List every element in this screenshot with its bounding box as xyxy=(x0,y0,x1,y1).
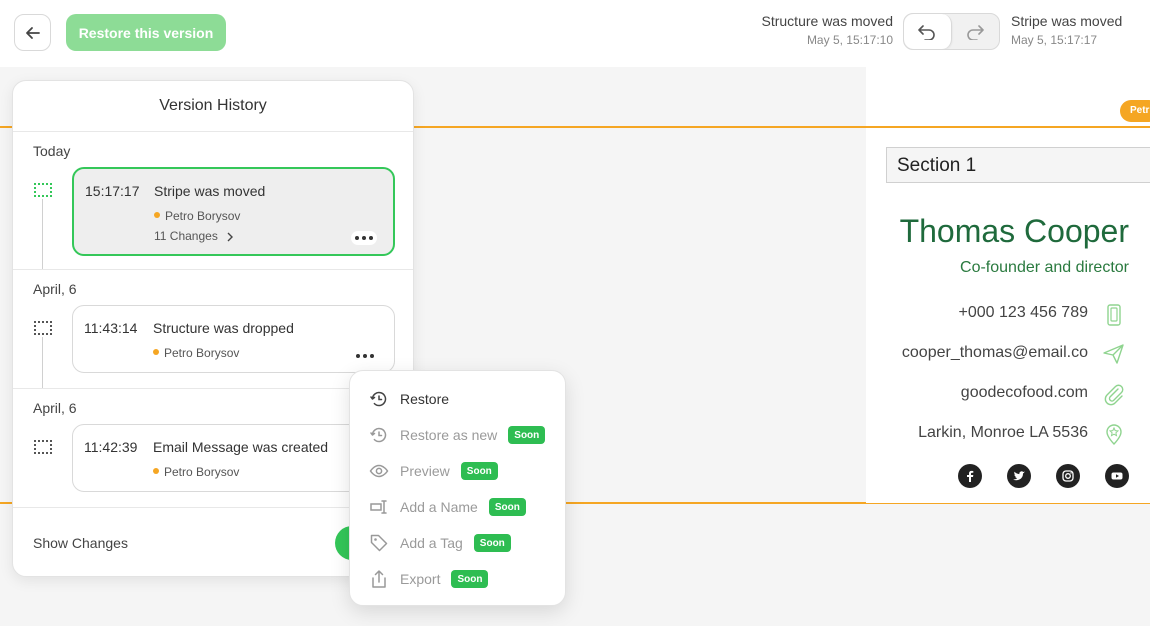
group-label: Today xyxy=(33,143,71,159)
redo-action-time: May 5, 15:17:17 xyxy=(1011,33,1098,47)
author-tag: Petr xyxy=(1120,100,1150,122)
version-context-menu: Restore Restore as new Soon Preview Soon… xyxy=(349,370,566,606)
chevron-right-icon xyxy=(227,232,234,242)
more-options-button[interactable] xyxy=(352,349,378,363)
section-label[interactable]: Section 1 xyxy=(886,147,1150,183)
signature-top-border xyxy=(866,126,1150,128)
undo-icon xyxy=(918,24,935,40)
version-entry[interactable]: 11:43:14 Structure was dropped Petro Bor… xyxy=(72,305,395,373)
restore-as-new-icon xyxy=(368,424,390,446)
signature-email: cooper_thomas@email.co xyxy=(901,344,1088,361)
signature-address: Larkin, Monroe LA 5536 xyxy=(918,424,1088,441)
entry-time: 11:42:39 xyxy=(84,439,138,455)
menu-item-add-name[interactable]: Add a Name Soon xyxy=(368,495,526,519)
menu-item-label: Add a Name xyxy=(400,499,478,515)
entry-event: Structure was dropped xyxy=(153,320,294,336)
changes-count: 11 Changes xyxy=(154,229,218,243)
share-icon xyxy=(368,568,390,590)
group-label: April, 6 xyxy=(33,400,77,416)
soon-badge: Soon xyxy=(451,570,489,588)
facebook-icon[interactable] xyxy=(958,464,982,488)
soon-badge: Soon xyxy=(508,426,546,444)
entry-event: Stripe was moved xyxy=(154,183,266,199)
menu-item-label: Add a Tag xyxy=(400,535,463,551)
restore-version-button[interactable]: Restore this version xyxy=(66,14,226,51)
back-button[interactable] xyxy=(14,14,51,51)
version-entry[interactable]: 11:42:39 Email Message was created Petro… xyxy=(72,424,395,492)
send-icon xyxy=(1103,344,1124,364)
menu-item-restore[interactable]: Restore xyxy=(368,387,449,411)
entry-author: Petro Borysov xyxy=(153,465,239,479)
menu-item-export[interactable]: Export Soon xyxy=(368,567,489,591)
instagram-icon[interactable] xyxy=(1056,464,1080,488)
menu-item-restore-as-new[interactable]: Restore as new Soon xyxy=(368,423,546,447)
menu-item-label: Export xyxy=(400,571,441,587)
phone-icon xyxy=(1107,304,1121,326)
soon-badge: Soon xyxy=(460,462,498,480)
entry-author: Petro Borysov xyxy=(153,346,239,360)
entry-time: 11:43:14 xyxy=(84,320,138,336)
timeline-node-icon xyxy=(34,440,52,454)
undo-action-label: Structure was moved xyxy=(761,13,894,29)
changes-link[interactable]: 11 Changes xyxy=(154,229,235,243)
entry-event: Email Message was created xyxy=(153,439,329,455)
rename-icon xyxy=(368,496,390,518)
timeline-node-icon xyxy=(34,183,52,197)
menu-item-add-tag[interactable]: Add a Tag Soon xyxy=(368,531,511,555)
redo-icon xyxy=(967,24,985,40)
group-divider xyxy=(13,269,413,270)
entry-time: 15:17:17 xyxy=(85,183,140,199)
menu-item-label: Restore as new xyxy=(400,427,498,443)
redo-info: Stripe was moved May 5, 15:17:17 xyxy=(1011,13,1122,47)
soon-badge: Soon xyxy=(473,534,511,552)
panel-title: Version History xyxy=(13,81,413,132)
twitter-icon[interactable] xyxy=(1007,464,1031,488)
soon-badge: Soon xyxy=(488,498,526,516)
restore-icon xyxy=(368,388,390,410)
undo-redo-group xyxy=(903,13,1000,50)
menu-item-label: Restore xyxy=(400,391,450,407)
version-entry-selected[interactable]: 15:17:17 Stripe was moved Petro Borysov … xyxy=(72,167,395,256)
undo-info: Structure was moved May 5, 15:17:10 xyxy=(762,13,894,47)
redo-button[interactable] xyxy=(952,14,1000,49)
menu-item-preview[interactable]: Preview Soon xyxy=(368,459,498,483)
signature-role: Co-founder and director xyxy=(960,259,1129,276)
tag-icon xyxy=(368,532,390,554)
timeline-line xyxy=(42,199,43,269)
arrow-left-icon xyxy=(25,26,40,39)
show-changes-label: Show Changes xyxy=(33,535,128,551)
youtube-icon[interactable] xyxy=(1105,464,1129,488)
eye-icon xyxy=(368,460,390,482)
entry-author: Petro Borysov xyxy=(154,209,240,223)
signature-phone: +000 123 456 789 xyxy=(958,304,1088,321)
timeline-node-icon xyxy=(34,321,52,335)
timeline-line xyxy=(42,337,43,389)
signature-name: Thomas Cooper xyxy=(899,213,1129,249)
undo-button[interactable] xyxy=(904,14,952,49)
redo-action-label: Stripe was moved xyxy=(1011,13,1123,29)
location-pin-icon xyxy=(1106,424,1122,445)
undo-action-time: May 5, 15:17:10 xyxy=(806,33,893,47)
top-toolbar: Restore this version Structure was moved… xyxy=(0,0,1150,67)
more-options-button[interactable] xyxy=(351,231,377,245)
paperclip-icon xyxy=(1104,384,1124,406)
signature-website: goodecofood.com xyxy=(960,384,1088,401)
group-label: April, 6 xyxy=(33,281,77,297)
menu-item-label: Preview xyxy=(400,463,450,479)
